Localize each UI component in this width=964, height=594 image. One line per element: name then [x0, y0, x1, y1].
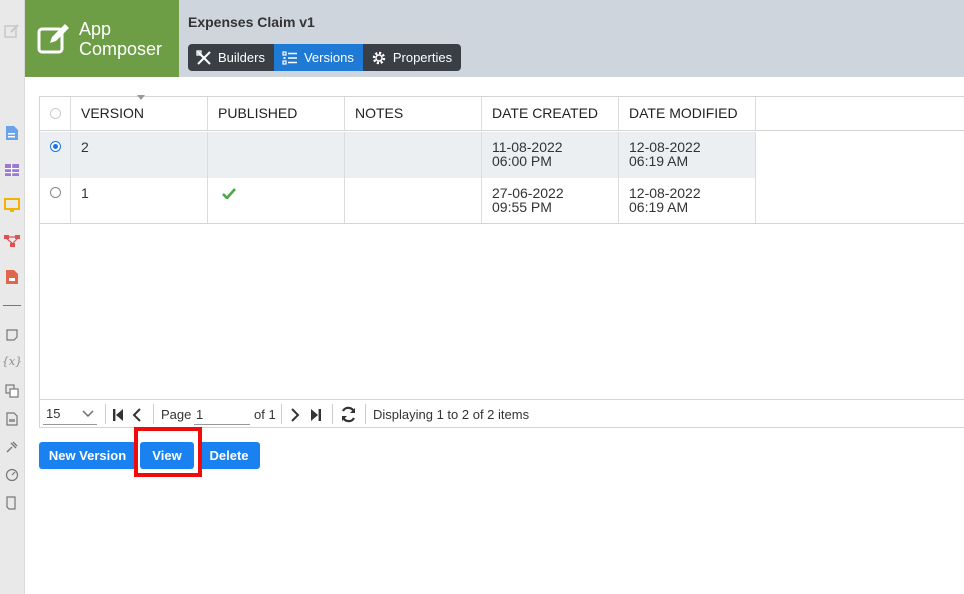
chevron-left-icon: [132, 407, 141, 422]
grid-pager: 15 Page of 1 Displaying 1 to 2 of 2 item…: [40, 399, 964, 428]
column-header-version[interactable]: VERSION: [71, 97, 208, 130]
logo-text: App Composer: [79, 19, 163, 59]
table-row[interactable]: 1 27-06-2022 09:55 PM 12-08-2022 06:19 A…: [40, 178, 756, 224]
row-select-cell: [40, 178, 71, 224]
doc-icon[interactable]: [3, 494, 21, 512]
page-size-value: 15: [46, 406, 61, 421]
column-header-published[interactable]: PUBLISHED: [208, 97, 345, 130]
row-radio[interactable]: [50, 187, 61, 198]
page-number-input[interactable]: [194, 404, 250, 425]
chevron-right-icon: [291, 407, 300, 422]
compose-icon: [37, 24, 69, 54]
pager-divider: [153, 404, 154, 424]
new-version-button[interactable]: New Version: [39, 442, 136, 469]
notes-cell: [345, 132, 482, 178]
view-tabs: Builders Versions Properties: [188, 44, 462, 71]
published-cell: [208, 178, 345, 224]
last-page-button[interactable]: [310, 400, 322, 429]
row-select-cell: [40, 132, 71, 178]
delete-button[interactable]: Delete: [198, 442, 260, 469]
tab-versions[interactable]: Versions: [273, 44, 363, 71]
builders-icon: [196, 49, 211, 65]
userview-icon[interactable]: [3, 196, 21, 214]
tool-rail: {x}: [0, 0, 25, 594]
refresh-button[interactable]: [340, 400, 357, 429]
next-page-button[interactable]: [290, 400, 300, 429]
refresh-icon: [341, 406, 356, 423]
app-header: App Composer Expenses Claim v1 Builders …: [25, 0, 964, 77]
pager-divider: [105, 404, 106, 424]
rows-divider: [40, 223, 964, 224]
file-icon[interactable]: [3, 410, 21, 428]
list-icon: [282, 50, 297, 65]
gear-icon: [372, 51, 386, 64]
first-page-icon: [113, 408, 123, 421]
chevron-down-icon: [82, 410, 94, 417]
rail-divider: [3, 305, 21, 306]
date-created-cell: 27-06-2022 09:55 PM: [482, 178, 619, 224]
table-row[interactable]: 2 11-08-2022 06:00 PM 12-08-2022 06:19 A…: [40, 132, 756, 178]
sort-indicator-icon: [137, 95, 145, 100]
version-cell: 2: [71, 132, 208, 178]
plugin-icon[interactable]: [3, 438, 21, 456]
tab-label: Versions: [303, 50, 354, 65]
process-icon[interactable]: [3, 232, 21, 250]
tab-properties[interactable]: Properties: [363, 44, 461, 71]
pager-divider: [365, 404, 366, 424]
column-header-notes[interactable]: NOTES: [345, 97, 482, 130]
row-radio[interactable]: [50, 141, 61, 152]
published-cell: [208, 132, 345, 178]
page-label: Page: [161, 407, 192, 422]
date-modified-cell: 12-08-2022 06:19 AM: [619, 132, 756, 178]
prev-page-button[interactable]: [132, 400, 142, 429]
tab-label: Builders: [218, 50, 265, 65]
versions-grid: VERSION PUBLISHED NOTES DATE CREATED DAT…: [39, 95, 964, 428]
page-title: Expenses Claim v1: [188, 14, 315, 30]
date-created-cell: 11-08-2022 06:00 PM: [482, 132, 619, 178]
select-all-cell: [40, 97, 71, 130]
variable-icon[interactable]: {x}: [2, 352, 22, 370]
published-check-icon: [222, 188, 236, 199]
page-size-select[interactable]: 15: [43, 403, 97, 425]
report-icon[interactable]: [3, 268, 21, 286]
view-button-highlight: [134, 427, 202, 477]
tab-label: Properties: [392, 50, 453, 65]
dashboard-icon[interactable]: [3, 466, 21, 484]
column-header-date-modified[interactable]: DATE MODIFIED: [619, 97, 756, 130]
version-cell: 1: [71, 178, 208, 224]
edit-icon[interactable]: [3, 22, 21, 40]
note-icon[interactable]: [3, 326, 21, 344]
select-all-radio[interactable]: [50, 108, 61, 119]
app-composer-logo[interactable]: App Composer: [25, 0, 179, 77]
pager-divider: [281, 404, 282, 424]
translate-icon[interactable]: [3, 382, 21, 400]
form-icon[interactable]: [3, 124, 21, 142]
first-page-button[interactable]: [112, 400, 124, 429]
pager-status: Displaying 1 to 2 of 2 items: [373, 407, 530, 422]
page-total-label: of 1: [254, 407, 276, 422]
datalist-icon[interactable]: [3, 161, 21, 179]
column-header-date-created[interactable]: DATE CREATED: [482, 97, 619, 130]
tab-builders[interactable]: Builders: [188, 44, 274, 71]
notes-cell: [345, 178, 482, 224]
last-page-icon: [311, 408, 321, 421]
grid-header: VERSION PUBLISHED NOTES DATE CREATED DAT…: [40, 95, 964, 131]
pager-divider: [332, 404, 333, 424]
date-modified-cell: 12-08-2022 06:19 AM: [619, 178, 756, 224]
